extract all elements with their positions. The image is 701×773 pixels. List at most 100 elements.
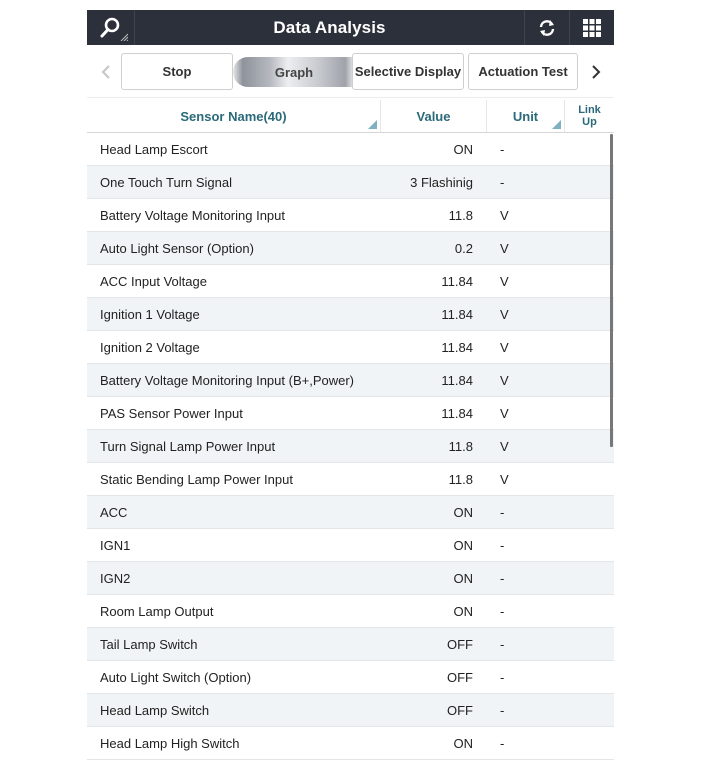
sensor-name-cell: ACC <box>100 504 128 520</box>
column-header-label: Link Up <box>578 104 601 128</box>
refresh-icon <box>539 19 555 36</box>
sensor-name-cell: Head Lamp Switch <box>100 702 210 718</box>
sensor-unit-cell: V <box>500 438 509 454</box>
table-row[interactable]: Battery Voltage Monitoring Input (B+,Pow… <box>87 364 614 397</box>
column-header-sensor-name[interactable]: Sensor Name(40) <box>87 100 380 132</box>
column-header-label: Value <box>416 108 451 124</box>
search-button[interactable] <box>87 10 135 45</box>
table-row[interactable]: Tail Lamp Switch OFF - <box>87 628 614 661</box>
table-row[interactable]: Head Lamp Escort ON - <box>87 133 614 166</box>
sensor-unit-cell: - <box>500 141 505 157</box>
chevron-left-icon <box>101 64 110 79</box>
toolbar-prev-button[interactable] <box>91 45 121 98</box>
table-row[interactable]: ACC ON - <box>87 496 614 529</box>
table-row[interactable]: Static Bending Lamp Power Input 11.8 V <box>87 463 614 496</box>
table-row[interactable]: Turn Signal Lamp Power Input 11.8 V <box>87 430 614 463</box>
sensor-unit-cell: - <box>500 636 505 652</box>
sensor-value-cell: OFF <box>447 702 473 718</box>
column-header-value: Value <box>380 100 486 132</box>
sensor-value-cell: 11.84 <box>441 372 473 388</box>
table-row[interactable]: Ignition 2 Voltage 11.84 V <box>87 331 614 364</box>
selective-display-button[interactable]: Selective Display <box>352 53 464 90</box>
column-header-label: Sensor Name(40) <box>180 108 287 124</box>
sensor-value-cell: ON <box>453 570 474 586</box>
sensor-unit-cell: - <box>500 504 505 520</box>
toolbar-next-button[interactable] <box>581 45 611 98</box>
column-header-link-up: Link Up <box>564 100 614 132</box>
table-row[interactable]: IGN2 ON - <box>87 562 614 595</box>
table-header: Sensor Name(40) Value Unit Link Up <box>87 100 614 133</box>
sensor-name-cell: Auto Light Sensor (Option) <box>100 240 254 256</box>
sensor-value-cell: ON <box>453 603 474 619</box>
table-row[interactable]: IGN1 ON - <box>87 529 614 562</box>
column-header-label: Unit <box>512 108 539 124</box>
sensor-name-cell: Head Lamp Escort <box>100 141 208 157</box>
sensor-value-cell: 11.8 <box>448 438 473 454</box>
stop-button[interactable]: Stop <box>121 53 233 90</box>
sensor-value-cell: 0.2 <box>454 240 473 256</box>
sensor-name-cell: Battery Voltage Monitoring Input (B+,Pow… <box>100 372 354 388</box>
grid-menu-icon <box>583 18 601 37</box>
title-bar: Data Analysis <box>87 10 614 45</box>
table-row[interactable]: PAS Sensor Power Input 11.84 V <box>87 397 614 430</box>
sensor-unit-cell: - <box>500 669 505 685</box>
sensor-unit-cell: V <box>500 471 509 487</box>
sensor-name-cell: Ignition 2 Voltage <box>100 339 200 355</box>
page-title: Data Analysis <box>273 18 386 37</box>
table-row[interactable]: Head Lamp High Switch ON - <box>87 727 614 760</box>
table-row[interactable]: Head Lamp Switch OFF - <box>87 694 614 727</box>
menu-button[interactable] <box>569 10 614 45</box>
sensor-value-cell: ON <box>453 735 474 751</box>
graph-button[interactable]: Graph <box>233 57 355 87</box>
table-row[interactable]: Ignition 1 Voltage 11.84 V <box>87 298 614 331</box>
sensor-name-cell: Room Lamp Output <box>100 603 214 619</box>
sensor-value-cell: 11.84 <box>441 405 473 421</box>
sensor-name-cell: IGN1 <box>100 537 131 553</box>
sensor-unit-cell: V <box>500 372 509 388</box>
search-icon <box>100 17 119 37</box>
sensor-unit-cell: V <box>500 306 509 322</box>
table-row[interactable]: Auto Light Switch (Option) OFF - <box>87 661 614 694</box>
sensor-value-cell: 11.84 <box>441 339 473 355</box>
table-row[interactable]: Battery Voltage Monitoring Input 11.8 V <box>87 199 614 232</box>
chevron-right-icon <box>592 64 601 79</box>
sensor-name-cell: PAS Sensor Power Input <box>100 405 243 421</box>
sensor-unit-cell: - <box>500 174 505 190</box>
table-row[interactable]: Room Lamp Output ON - <box>87 595 614 628</box>
sensor-value-cell: ON <box>453 141 474 157</box>
sensor-value-cell: 11.8 <box>448 471 473 487</box>
sensor-value-cell: 11.8 <box>448 207 473 223</box>
sensor-name-cell: ACC Input Voltage <box>100 273 207 289</box>
sensor-name-cell: Battery Voltage Monitoring Input <box>100 207 286 223</box>
sensor-name-cell: Ignition 1 Voltage <box>100 306 200 322</box>
corner-resize-icon <box>120 33 128 41</box>
sensor-name-cell: Turn Signal Lamp Power Input <box>100 438 276 454</box>
sensor-unit-cell: V <box>500 240 509 256</box>
sensor-value-cell: 3 Flashinig <box>410 174 473 190</box>
sensor-value-cell: OFF <box>447 669 473 685</box>
sensor-table-body: Head Lamp Escort ON - One Touch Turn Signal… <box>87 133 614 760</box>
table-row[interactable]: One Touch Turn Signal 3 Flashinig - <box>87 166 614 199</box>
actuation-test-button[interactable]: Actuation Test <box>468 53 578 90</box>
sensor-unit-cell: V <box>500 207 509 223</box>
refresh-button[interactable] <box>524 10 569 45</box>
table-scrollbar[interactable] <box>610 134 613 447</box>
table-row[interactable]: Auto Light Sensor (Option) 0.2 V <box>87 232 614 265</box>
sensor-unit-cell: - <box>500 702 505 718</box>
sensor-name-cell: IGN2 <box>100 570 131 586</box>
sensor-unit-cell: - <box>500 603 505 619</box>
sensor-value-cell: 11.84 <box>441 273 473 289</box>
column-header-unit[interactable]: Unit <box>486 100 564 132</box>
sort-indicator-icon <box>552 120 561 129</box>
sensor-unit-cell: - <box>500 537 505 553</box>
table-row[interactable]: ACC Input Voltage 11.84 V <box>87 265 614 298</box>
sensor-name-cell: One Touch Turn Signal <box>100 174 233 190</box>
sensor-name-cell: Static Bending Lamp Power Input <box>100 471 293 487</box>
sensor-value-cell: ON <box>453 537 474 553</box>
sensor-name-cell: Auto Light Switch (Option) <box>100 669 252 685</box>
sensor-unit-cell: V <box>500 339 509 355</box>
sensor-unit-cell: - <box>500 570 505 586</box>
sensor-value-cell: OFF <box>447 636 473 652</box>
sensor-value-cell: ON <box>453 504 474 520</box>
toolbar: Stop Graph Selective Display Actuation T… <box>87 45 614 98</box>
